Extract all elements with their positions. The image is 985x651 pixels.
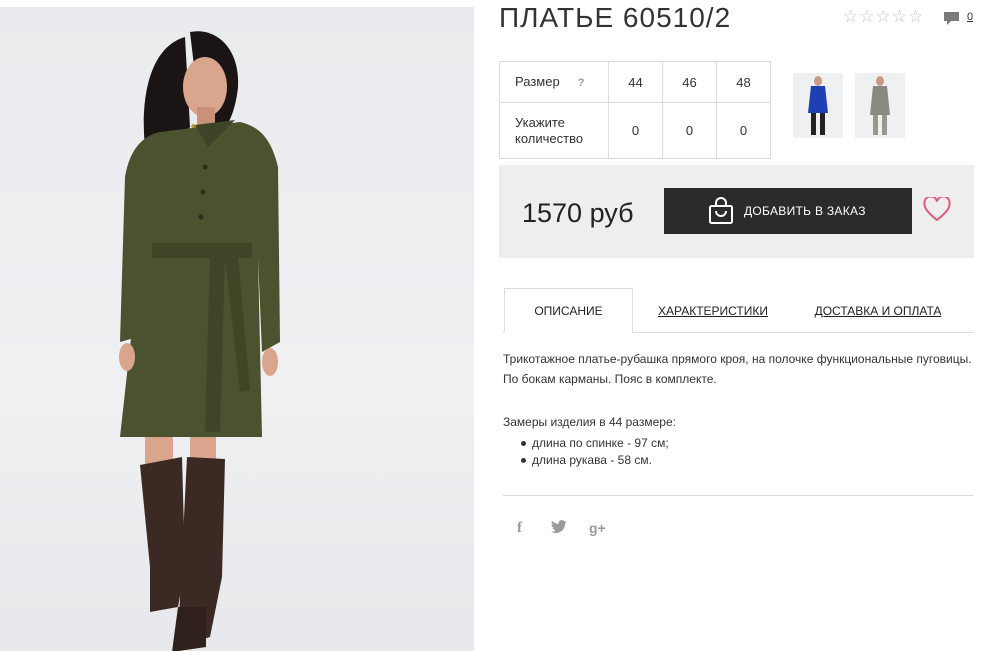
product-main-photo[interactable]	[0, 7, 474, 651]
comment-bubble-icon[interactable]	[943, 11, 960, 31]
tab-description[interactable]: ОПИСАНИЕ	[504, 288, 633, 333]
favorite-heart-icon[interactable]	[923, 195, 951, 227]
size-label: Размер	[515, 73, 560, 89]
rating-star-4-icon[interactable]: ☆	[892, 8, 907, 25]
gray-dress-thumbnail[interactable]	[855, 73, 905, 138]
quantity-input-46[interactable]: 0	[662, 102, 717, 159]
google-plus-icon[interactable]: g+	[589, 520, 606, 536]
rating-star-1-icon[interactable]: ☆	[843, 8, 858, 25]
size-quantity-table: Размер? 44 46 48 Укажите количество 0 0 …	[499, 61, 771, 159]
measures-title: Замеры изделия в 44 размере:	[503, 415, 676, 429]
quantity-label: Укажите количество	[499, 102, 609, 159]
comment-count-link[interactable]: 0	[967, 11, 973, 23]
quantity-input-48[interactable]: 0	[716, 102, 771, 159]
add-to-order-button[interactable]: ДОБАВИТЬ В ЗАКАЗ	[664, 188, 912, 234]
divider	[503, 495, 973, 496]
rating-star-2-icon[interactable]: ☆	[859, 8, 874, 25]
facebook-icon[interactable]: f	[517, 520, 522, 537]
blue-dress-thumbnail[interactable]	[793, 73, 843, 138]
product-tabs: ОПИСАНИЕ ХАРАКТЕРИСТИКИ ДОСТАВКА И ОПЛАТ…	[503, 288, 974, 333]
size-label-cell: Размер?	[499, 61, 609, 103]
measures-list: длина по спинке - 97 см; длина рукава - …	[518, 435, 669, 469]
twitter-icon[interactable]	[551, 520, 567, 537]
list-item: длина по спинке - 97 см;	[518, 435, 669, 452]
rating-stars[interactable]: ☆ ☆ ☆ ☆ ☆	[843, 8, 923, 25]
size-help-icon[interactable]: ?	[578, 77, 585, 89]
add-to-order-label: ДОБАВИТЬ В ЗАКАЗ	[744, 204, 866, 218]
product-price: 1570 руб	[522, 198, 634, 228]
rating-star-5-icon[interactable]: ☆	[908, 8, 923, 25]
size-48: 48	[716, 61, 771, 103]
model-illustration	[119, 31, 280, 651]
product-description: Трикотажное платье-рубашка прямого кроя,…	[503, 352, 972, 386]
rating-star-3-icon[interactable]: ☆	[876, 8, 891, 25]
shopping-bag-icon	[708, 197, 734, 225]
product-title: ПЛАТЬЕ 60510/2	[499, 2, 732, 33]
tab-characteristics[interactable]: ХАРАКТЕРИСТИКИ	[653, 288, 773, 333]
size-46: 46	[662, 61, 717, 103]
price-panel: 1570 руб ДОБАВИТЬ В ЗАКАЗ	[499, 165, 974, 258]
list-item: длина рукава - 58 см.	[518, 452, 669, 469]
tab-delivery-payment[interactable]: ДОСТАВКА И ОПЛАТА	[808, 288, 948, 333]
size-44: 44	[608, 61, 663, 103]
quantity-input-44[interactable]: 0	[608, 102, 663, 159]
